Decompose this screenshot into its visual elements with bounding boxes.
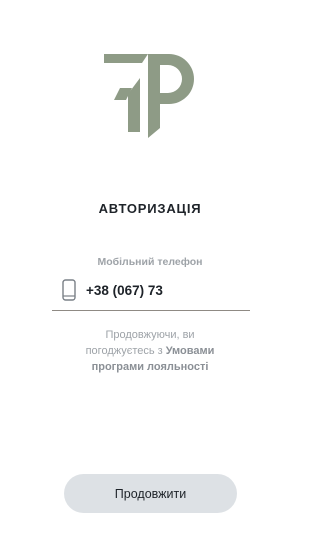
phone-field-label: Мобільний телефон — [97, 256, 203, 268]
continue-button[interactable]: Продовжити — [64, 474, 237, 513]
phone-input[interactable] — [86, 280, 246, 300]
phone-field[interactable] — [52, 276, 250, 311]
consent-text: Продовжуючи, ви погоджуєтесь з Умовами п… — [70, 327, 230, 375]
brand-logo — [104, 54, 194, 138]
page-title: АВТОРИЗАЦІЯ — [98, 201, 202, 216]
mobile-phone-icon — [62, 279, 76, 301]
logo-mark — [104, 54, 194, 138]
